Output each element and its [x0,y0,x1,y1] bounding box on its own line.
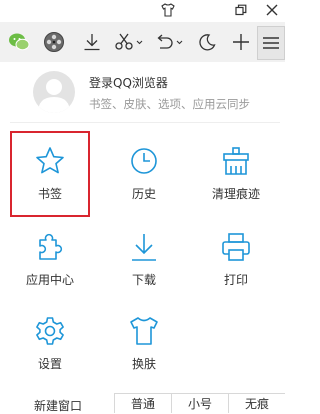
menu-item-label: 清理痕迹 [211,187,260,201]
divider [10,122,280,123]
moon-icon[interactable] [195,30,219,54]
menu-item-clear-traces[interactable]: 清理痕迹 [196,131,276,217]
cleanup-icon [220,145,252,177]
star-icon [34,145,66,177]
tshirt-icon[interactable] [156,0,180,20]
clock-icon [128,145,160,177]
menu-item-settings[interactable]: 设置 [10,301,90,387]
download-icon [128,231,160,263]
menu-item-label: 书签 [37,187,62,201]
download-icon[interactable] [80,30,104,54]
menu-item-label: 下载 [131,273,156,287]
mode-small[interactable]: 小号 [172,394,229,413]
menu-item-skins[interactable]: 换肤 [104,301,184,387]
login-label[interactable]: 登录QQ浏览器 [89,74,168,91]
tshirt-icon [128,315,160,347]
avatar[interactable] [33,71,75,113]
menu-item-label: 应用中心 [25,273,74,287]
wechat-icon[interactable] [7,30,31,54]
puzzle-icon [34,231,66,263]
menu-item-label: 历史 [131,187,156,201]
menu-item-label: 设置 [37,357,62,371]
menu-icon[interactable] [257,26,285,60]
restore-window-icon[interactable] [229,0,253,20]
title-bar [0,0,285,22]
menu-item-app-center[interactable]: 应用中心 [10,217,90,303]
menu-item-label: 换肤 [131,357,156,371]
printer-icon [220,231,252,263]
menu-item-print[interactable]: 打印 [196,217,276,303]
undo-icon[interactable] [153,30,187,54]
new-window-button[interactable]: 新建窗口 [34,397,82,414]
toolbar [0,22,285,62]
scissors-icon[interactable] [113,30,145,54]
account-subtitle: 书签、皮肤、选项、应用云同步 [89,97,250,111]
window-mode-selector: 普通 小号 无痕 [114,393,285,413]
mode-incognito[interactable]: 无痕 [229,394,285,413]
close-icon[interactable] [260,0,284,20]
menu-item-history[interactable]: 历史 [104,131,184,217]
menu-item-downloads[interactable]: 下载 [104,217,184,303]
plus-icon[interactable] [229,30,253,54]
menu-item-bookmarks[interactable]: 书签 [10,131,90,217]
mode-normal[interactable]: 普通 [115,394,172,413]
menu-item-label: 打印 [223,273,248,287]
film-icon[interactable] [42,30,66,54]
gear-icon [34,315,66,347]
